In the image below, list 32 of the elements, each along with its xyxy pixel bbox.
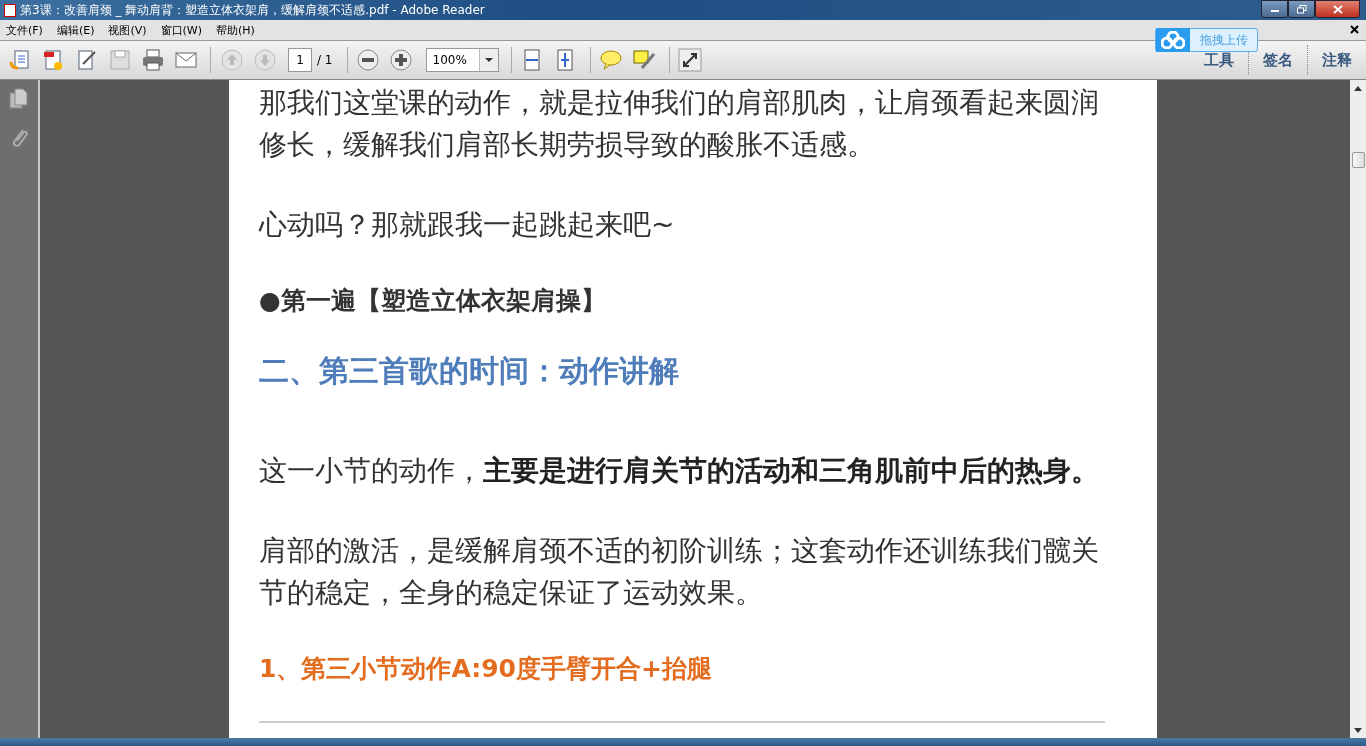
panel-link[interactable]: 工具 [1190,50,1248,70]
expand-icon[interactable] [675,46,705,74]
cloud-icon [1156,28,1190,52]
scroll-thumb[interactable] [1351,152,1365,168]
paragraph: 这一小节的动作，主要是进行肩关节的活动和三角肌前中后的热身。 [259,453,1100,489]
pdf-icon [4,3,16,17]
section-heading: 二、第三首歌的时间：动作讲解 [259,352,680,390]
close-icon [1332,4,1343,14]
window-title: 第3课：改善肩颈 _ 舞动肩背：塑造立体衣架肩，缓解肩颈不适感.pdf - Adobe Reader [20,1,485,19]
page-number-field[interactable]: 1 [288,48,312,72]
paragraph: 肩部的激活，是缓解肩颈不适的初阶训练；这套动作还训练我们髋关节的稳定，全身的稳定保证了运动效果。 [259,533,1100,611]
close-button[interactable] [1315,0,1360,18]
close-icon[interactable] [1350,25,1359,34]
minimize-button[interactable] [1261,0,1288,18]
bullet-heading: ●第一遍【塑造立体衣架肩操】 [259,285,607,317]
menu-item[interactable]: 窗口(W) [160,22,203,38]
restore-button[interactable] [1288,0,1315,18]
subsection-heading: 1、第三小节动作A:90度手臂开合+抬腿 [259,653,713,685]
caret-icon[interactable] [478,49,498,71]
menu-item[interactable]: 帮助(H) [216,22,255,38]
menu-item[interactable]: 编辑(E) [56,22,95,38]
zoom-dropdown[interactable]: 100% [425,48,499,72]
restore-icon [1296,4,1307,14]
menu-item[interactable]: 视图(V) [108,22,147,38]
menu-item[interactable]: 文件(F) [6,22,43,38]
paragraph: 心动吗？那就跟我一起跳起来吧~ [259,207,676,243]
pages-icon[interactable] [9,88,29,110]
page-total: / 1 [317,53,333,67]
panel-link[interactable]: 注释 [1308,50,1366,70]
paragraph: 那我们这堂课的动作，就是拉伸我们的肩部肌肉，让肩颈看起来圆润修长，缓解我们肩部长期劳损导致的酸胀不适感。 [259,85,1100,163]
panel-link[interactable]: 签名 [1249,50,1307,70]
upload-label: 拖拽上传 [1200,31,1248,49]
